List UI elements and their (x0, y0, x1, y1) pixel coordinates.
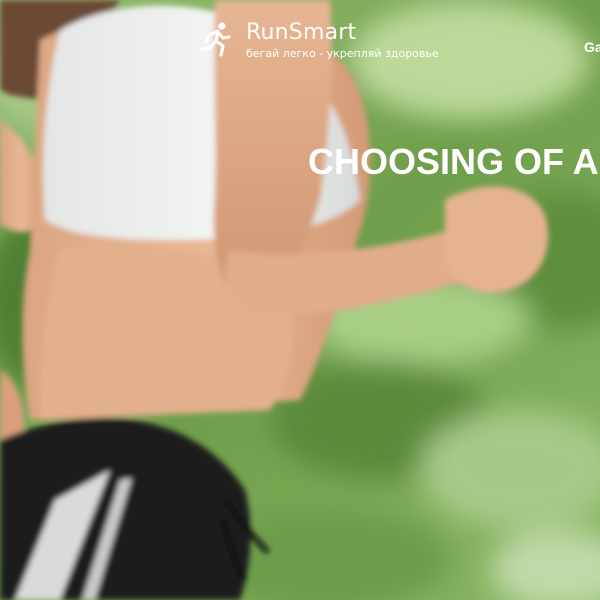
nav-link-1[interactable]: Ga (584, 39, 600, 55)
hero-title: CHOOSING OF A (308, 141, 599, 182)
logo-title: RunSmart (246, 19, 357, 45)
logo-tagline: бегай легко - укрепляй здоровье (246, 46, 439, 60)
logo-text: RunSmart бегай легко - укрепляй здоровье (246, 20, 439, 61)
site-logo[interactable]: RunSmart бегай легко - укрепляй здоровье (196, 16, 439, 64)
runner-icon (200, 22, 231, 57)
hero-section: RunSmart бегай легко - укрепляй здоровье… (0, 0, 600, 600)
hero-background-photo (0, 0, 600, 600)
